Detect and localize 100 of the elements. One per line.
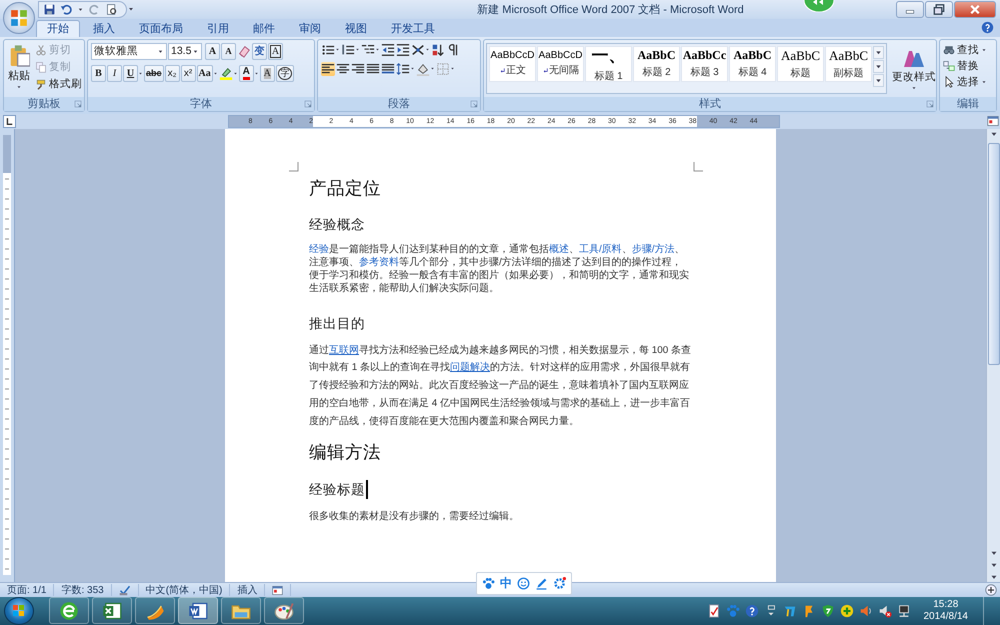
link[interactable]: 问题解决 bbox=[450, 362, 490, 374]
grow-font-button[interactable]: A bbox=[205, 42, 220, 60]
ruler-toggle-icon[interactable] bbox=[987, 115, 999, 128]
ribbon-tab[interactable]: 视图 bbox=[334, 20, 378, 37]
select-button[interactable]: 选择 bbox=[943, 74, 987, 89]
show-marks-icon[interactable] bbox=[446, 42, 460, 57]
chinese-layout-icon[interactable] bbox=[411, 42, 425, 57]
undo-icon[interactable] bbox=[60, 2, 73, 16]
speaker-icon[interactable] bbox=[858, 604, 872, 618]
zoom-in-icon[interactable] bbox=[985, 584, 997, 596]
underline-button[interactable]: U bbox=[123, 64, 138, 82]
link[interactable]: 参考资料 bbox=[359, 256, 399, 268]
superscript-button[interactable]: x² bbox=[180, 64, 196, 82]
link[interactable]: 工具/原料 bbox=[579, 244, 622, 255]
subscript-button[interactable]: x₂ bbox=[164, 64, 180, 82]
strike-button[interactable]: abc bbox=[144, 64, 164, 82]
style-swatch[interactable]: AaBbCcD 无间隔 bbox=[537, 46, 584, 82]
muted-speaker-icon[interactable] bbox=[878, 604, 892, 618]
style-swatch[interactable]: 一、 标题 1 bbox=[585, 46, 632, 82]
restore-button[interactable] bbox=[925, 0, 953, 18]
start-button[interactable] bbox=[4, 596, 34, 625]
change-styles-button[interactable]: 更改样式 bbox=[890, 42, 938, 94]
increase-indent-icon[interactable] bbox=[396, 42, 410, 57]
taskbar-button[interactable] bbox=[49, 597, 89, 624]
font-size-field[interactable]: 13.5 bbox=[168, 42, 202, 60]
input-mode-toggle[interactable]: 中 bbox=[500, 575, 512, 592]
align-left-icon[interactable] bbox=[321, 62, 335, 76]
checklist-icon[interactable] bbox=[706, 604, 720, 618]
clear-format-icon[interactable] bbox=[237, 44, 251, 58]
align-right-icon[interactable] bbox=[351, 62, 365, 76]
justify-icon[interactable] bbox=[366, 62, 380, 76]
sort-icon[interactable] bbox=[431, 42, 445, 57]
style-swatch[interactable]: AaBbCc 标题 3 bbox=[681, 46, 728, 82]
office-button[interactable] bbox=[3, 2, 35, 34]
pen-icon[interactable] bbox=[535, 577, 548, 590]
align-center-icon[interactable] bbox=[336, 62, 350, 76]
line-spacing-icon[interactable] bbox=[396, 62, 410, 76]
status-text[interactable]: 页面: 1/1 bbox=[7, 583, 46, 598]
caret-icon[interactable] bbox=[157, 48, 164, 55]
link[interactable]: 经验 bbox=[309, 244, 329, 255]
shading-icon[interactable] bbox=[416, 62, 430, 76]
plus-icon[interactable] bbox=[840, 604, 854, 618]
style-swatch[interactable]: AaBbC 标题 bbox=[777, 46, 824, 82]
tab-stop-icon[interactable] bbox=[3, 114, 16, 128]
find-button[interactable]: 查找 bbox=[943, 42, 987, 57]
gear-icon[interactable] bbox=[553, 577, 566, 590]
taskbar-button[interactable] bbox=[135, 597, 175, 624]
ribbon-tab[interactable]: 开发工具 bbox=[380, 20, 446, 37]
ribbon-tab[interactable]: 插入 bbox=[82, 20, 126, 37]
taskbar-button[interactable] bbox=[221, 597, 261, 624]
replace-button[interactable]: 替换 bbox=[943, 58, 987, 73]
link[interactable]: 步骤/方法 bbox=[632, 244, 674, 255]
style-swatch[interactable]: AaBbCcD 正文 bbox=[489, 46, 536, 82]
bold-button[interactable]: B bbox=[91, 64, 106, 82]
status-text[interactable]: 字数: 353 bbox=[61, 583, 104, 598]
italic-button[interactable]: I bbox=[107, 64, 122, 82]
ribbon-tab[interactable]: 页面布局 bbox=[128, 20, 194, 37]
caret-icon[interactable] bbox=[192, 48, 199, 55]
highlight-icon[interactable] bbox=[218, 66, 233, 80]
launcher-icon[interactable] bbox=[74, 100, 82, 108]
minimize-button[interactable] bbox=[896, 0, 924, 18]
shrink-font-button[interactable]: A bbox=[221, 42, 236, 60]
vertical-ruler[interactable] bbox=[3, 134, 11, 575]
launcher-icon[interactable] bbox=[926, 100, 934, 108]
bullets-icon[interactable] bbox=[321, 42, 335, 57]
taskbar-button[interactable] bbox=[92, 597, 132, 624]
smiley-icon[interactable] bbox=[517, 577, 530, 590]
char-shading-button[interactable]: A bbox=[260, 64, 275, 82]
status-text[interactable]: 插入 bbox=[237, 583, 258, 598]
ribbon-tab[interactable]: 引用 bbox=[196, 20, 240, 37]
caret-icon[interactable] bbox=[77, 6, 84, 13]
macro-record-icon[interactable] bbox=[272, 584, 284, 596]
link[interactable]: 互联网 bbox=[329, 344, 359, 356]
proofing-icon[interactable] bbox=[118, 584, 131, 596]
network-icon[interactable] bbox=[896, 604, 910, 618]
more-styles-icon[interactable] bbox=[873, 74, 884, 87]
taskbar-button[interactable] bbox=[178, 597, 218, 624]
style-swatch[interactable]: AaBbC 标题 4 bbox=[729, 46, 776, 82]
numbering-icon[interactable] bbox=[341, 42, 355, 57]
scroll-up-icon[interactable] bbox=[873, 46, 884, 59]
launcher-icon[interactable] bbox=[470, 100, 478, 108]
clock-time[interactable]: 15:28 bbox=[933, 598, 958, 611]
font-name-field[interactable]: 微软雅黑 bbox=[91, 42, 167, 60]
enclose-button[interactable]: 字 bbox=[276, 64, 294, 82]
decrease-indent-icon[interactable] bbox=[381, 42, 395, 57]
clock-date[interactable]: 2014/8/14 bbox=[924, 610, 968, 623]
distribute-icon[interactable] bbox=[381, 62, 395, 76]
scroll-thumb[interactable] bbox=[988, 142, 1000, 365]
ribbon-tab[interactable]: 审阅 bbox=[288, 20, 332, 37]
ribbon-tab[interactable]: 邮件 bbox=[242, 20, 286, 37]
scroll-down-icon[interactable] bbox=[873, 60, 884, 73]
font-color-button[interactable]: A bbox=[238, 64, 254, 82]
change-case-button[interactable]: Aa bbox=[196, 64, 213, 82]
print-preview-icon[interactable] bbox=[105, 2, 118, 16]
painter-button[interactable]: 格式刷 bbox=[35, 76, 82, 91]
tool-icon[interactable] bbox=[782, 604, 796, 618]
link[interactable]: 概述 bbox=[549, 244, 569, 255]
save-icon[interactable] bbox=[43, 2, 56, 16]
launcher-icon[interactable] bbox=[304, 100, 312, 108]
paste-button[interactable]: 粘贴 bbox=[6, 42, 32, 94]
